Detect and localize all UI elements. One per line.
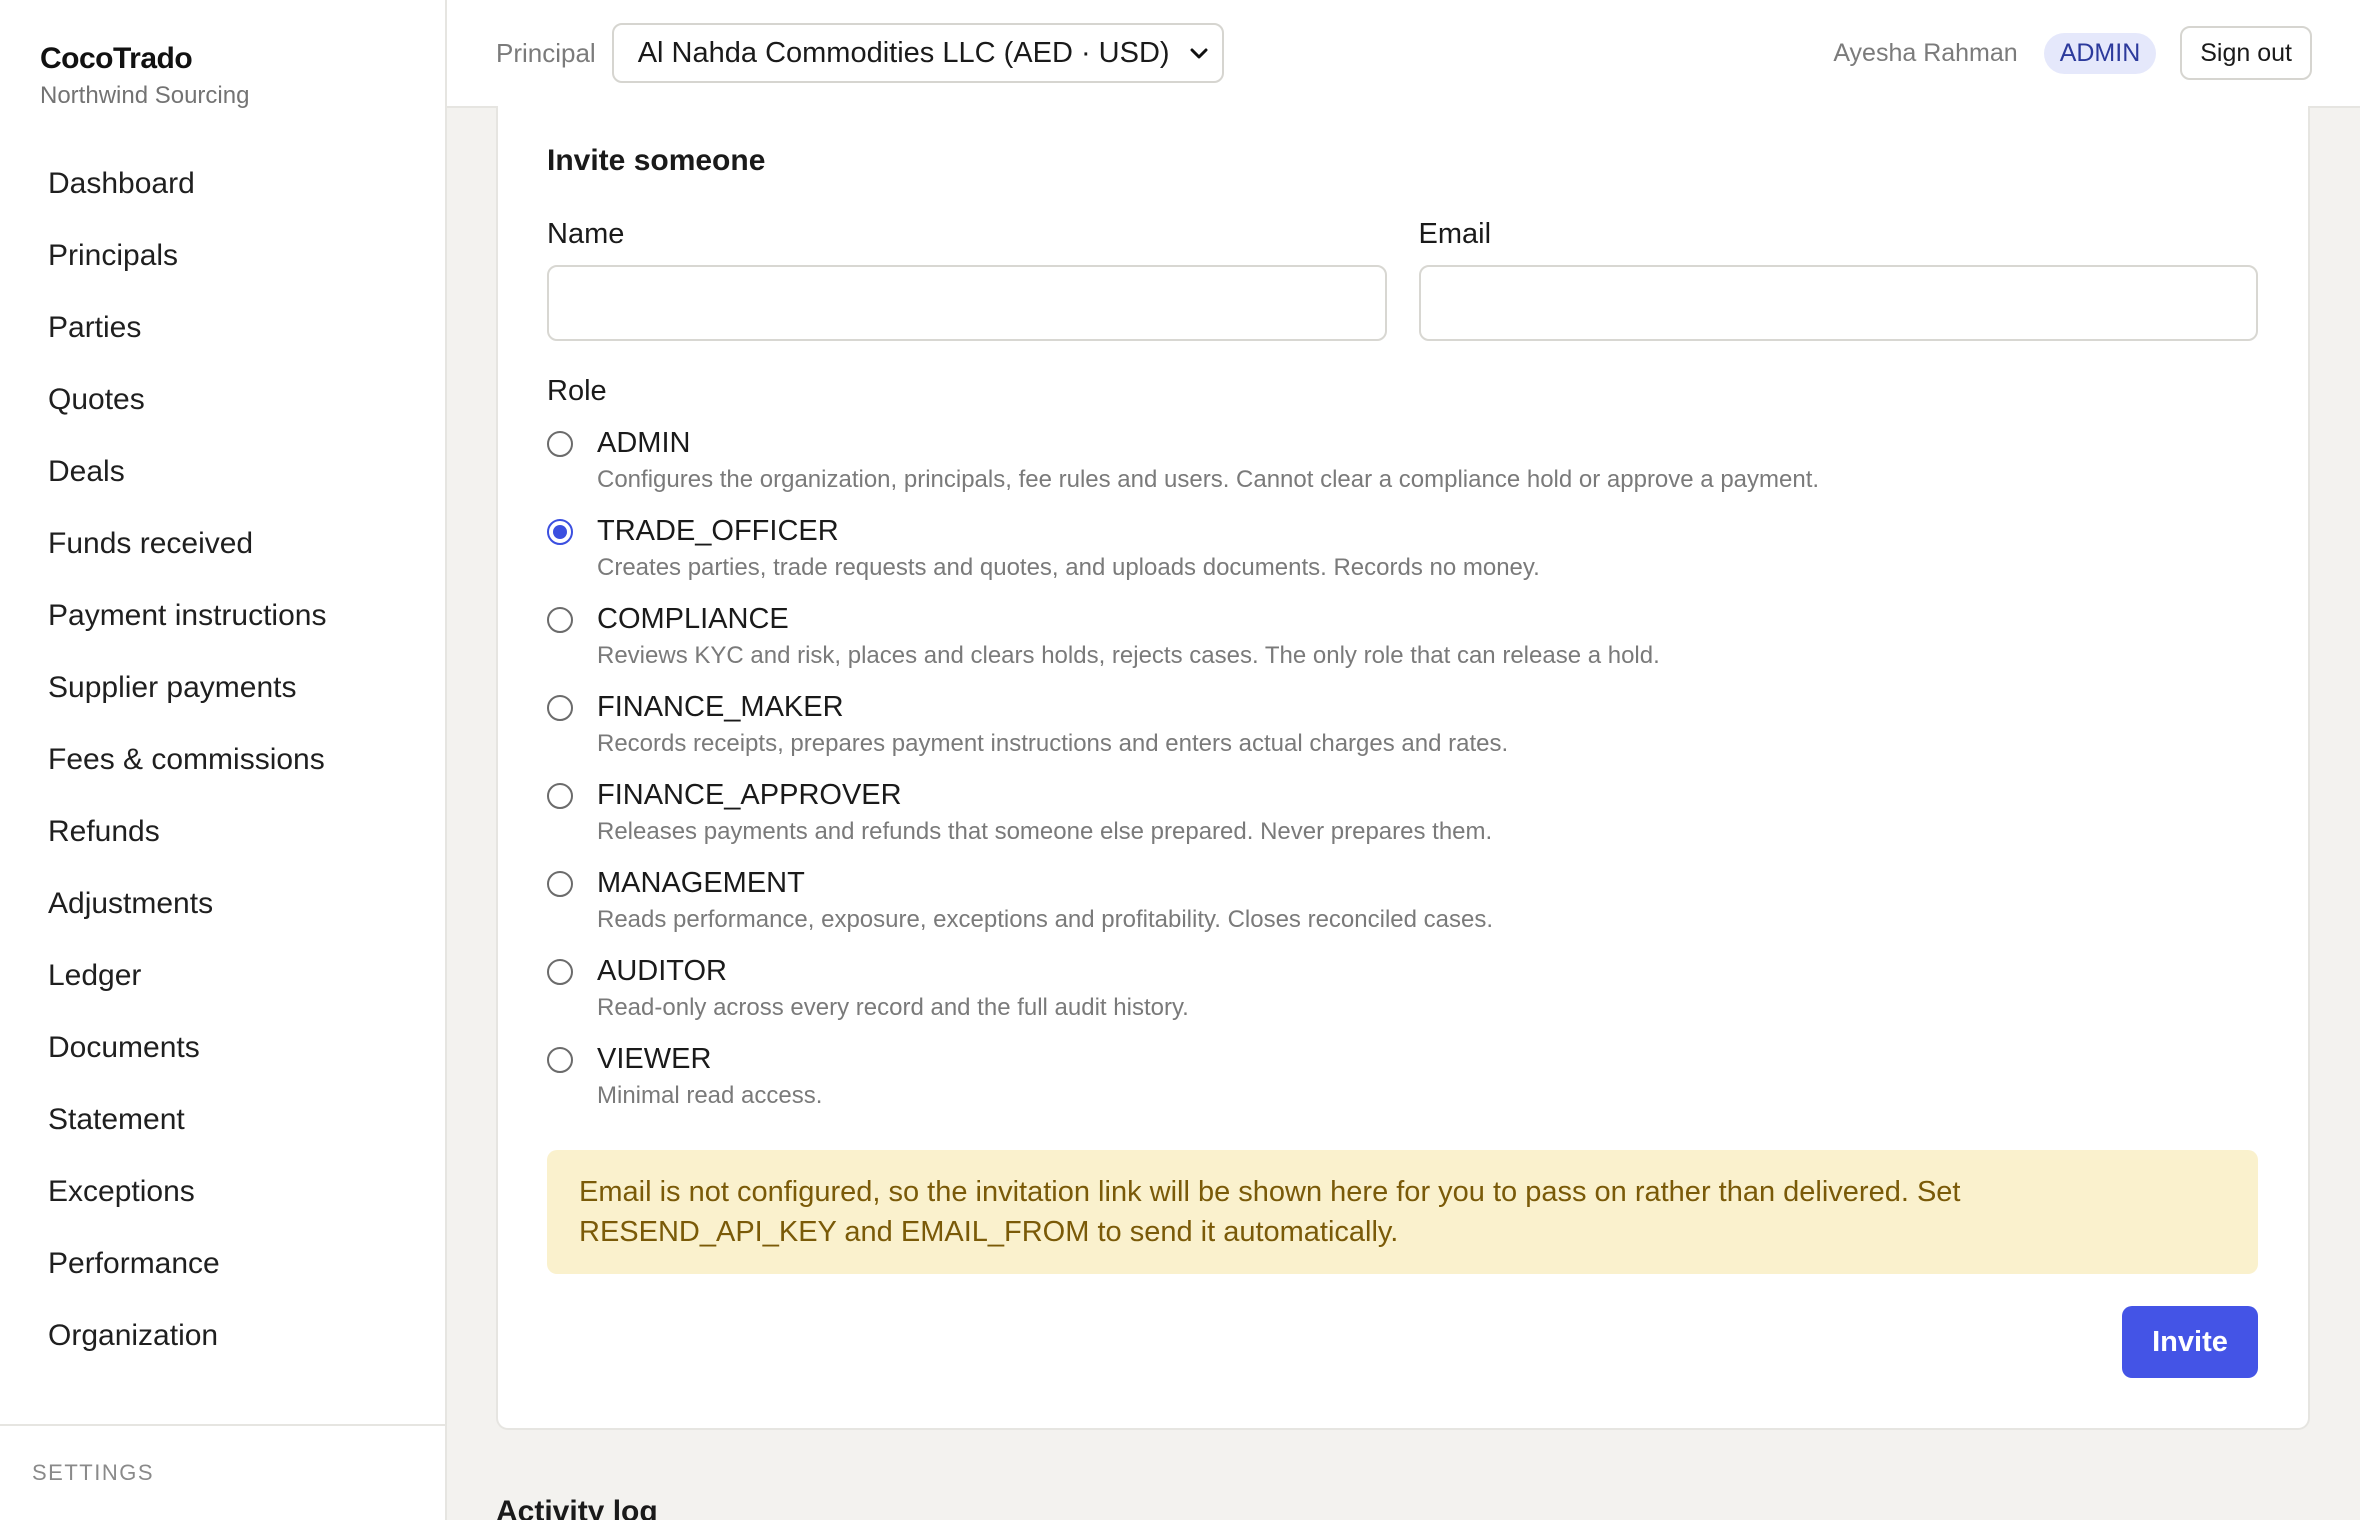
sidebar-item-quotes[interactable]: Quotes <box>24 364 421 436</box>
invite-card: Invite someone Name Email Role ADMIN Con… <box>496 106 2310 1430</box>
role-text: VIEWER Minimal read access. <box>597 1042 822 1112</box>
user-name: Ayesha Rahman <box>1833 38 2018 67</box>
sidebar-footer: SETTINGS <box>0 1424 445 1486</box>
role-text: FINANCE_APPROVER Releases payments and r… <box>597 778 1492 848</box>
invite-actions: Invite <box>547 1306 2258 1378</box>
email-not-configured-notice: Email is not configured, so the invitati… <box>547 1150 2258 1274</box>
sidebar-item-fees-commissions[interactable]: Fees & commissions <box>24 724 421 796</box>
role-name: COMPLIANCE <box>597 603 789 635</box>
invite-button[interactable]: Invite <box>2122 1306 2258 1378</box>
chevron-down-icon <box>1190 40 1208 66</box>
topbar-user-area: Ayesha Rahman ADMIN Sign out <box>1833 26 2312 80</box>
activity-log-title: Activity log <box>496 1495 658 1520</box>
role-option-trade-officer[interactable]: TRADE_OFFICER Creates parties, trade req… <box>547 514 2258 602</box>
role-description: Reviews KYC and risk, places and clears … <box>597 642 1660 669</box>
sidebar-item-refunds[interactable]: Refunds <box>24 796 421 868</box>
role-description: Configures the organization, principals,… <box>597 466 1820 493</box>
invite-title: Invite someone <box>547 144 766 177</box>
role-text: ADMIN Configures the organization, princ… <box>597 426 1819 496</box>
brand-subtitle: Northwind Sourcing <box>40 82 250 109</box>
sidebar: CocoTrado Northwind Sourcing Dashboard P… <box>0 0 447 1520</box>
brand: CocoTrado Northwind Sourcing <box>0 0 445 110</box>
role-description: Minimal read access. <box>597 1082 823 1109</box>
role-name: ADMIN <box>597 427 691 459</box>
brand-name: CocoTrado <box>40 42 193 75</box>
role-option-finance-approver[interactable]: FINANCE_APPROVER Releases payments and r… <box>547 778 2258 866</box>
role-description: Records receipts, prepares payment instr… <box>597 730 1509 757</box>
role-badge: ADMIN <box>2043 32 2157 74</box>
invite-fields: Name Email <box>547 218 2258 341</box>
role-name: AUDITOR <box>597 955 727 987</box>
settings-section-label: SETTINGS <box>32 1460 155 1485</box>
name-field-group: Name <box>547 218 1387 341</box>
role-label: Role <box>547 375 607 407</box>
role-radio[interactable] <box>547 959 573 985</box>
email-label: Email <box>1418 218 1492 250</box>
sidebar-item-payment-instructions[interactable]: Payment instructions <box>24 580 421 652</box>
sidebar-item-dashboard[interactable]: Dashboard <box>24 148 421 220</box>
sidebar-item-exceptions[interactable]: Exceptions <box>24 1156 421 1228</box>
sidebar-item-ledger[interactable]: Ledger <box>24 940 421 1012</box>
role-text: COMPLIANCE Reviews KYC and risk, places … <box>597 602 1660 672</box>
role-option-finance-maker[interactable]: FINANCE_MAKER Records receipts, prepares… <box>547 690 2258 778</box>
role-option-viewer[interactable]: VIEWER Minimal read access. <box>547 1042 2258 1130</box>
name-input[interactable] <box>547 265 1387 341</box>
role-radio[interactable] <box>547 519 573 545</box>
role-description: Reads performance, exposure, exceptions … <box>597 906 1494 933</box>
role-name: TRADE_OFFICER <box>597 515 839 547</box>
principal-select-value: Al Nahda Commodities LLC (AED · USD) <box>637 36 1170 69</box>
role-description: Read-only across every record and the fu… <box>597 994 1189 1021</box>
role-text: AUDITOR Read-only across every record an… <box>597 954 1189 1024</box>
role-name: FINANCE_APPROVER <box>597 779 902 811</box>
email-field-group: Email <box>1418 218 2258 341</box>
role-radio[interactable] <box>547 871 573 897</box>
role-radio-group: ADMIN Configures the organization, princ… <box>547 426 2258 1130</box>
role-description: Creates parties, trade requests and quot… <box>597 554 1540 581</box>
role-text: FINANCE_MAKER Records receipts, prepares… <box>597 690 1508 760</box>
sidebar-item-adjustments[interactable]: Adjustments <box>24 868 421 940</box>
role-radio[interactable] <box>547 1047 573 1073</box>
sidebar-item-documents[interactable]: Documents <box>24 1012 421 1084</box>
sidebar-item-principals[interactable]: Principals <box>24 220 421 292</box>
role-option-admin[interactable]: ADMIN Configures the organization, princ… <box>547 426 2258 514</box>
sidebar-item-organization[interactable]: Organization <box>24 1300 421 1372</box>
sidebar-item-supplier-payments[interactable]: Supplier payments <box>24 652 421 724</box>
sign-out-button[interactable]: Sign out <box>2180 26 2312 80</box>
sidebar-item-performance[interactable]: Performance <box>24 1228 421 1300</box>
sidebar-item-funds-received[interactable]: Funds received <box>24 508 421 580</box>
role-name: MANAGEMENT <box>597 867 805 899</box>
sidebar-item-parties[interactable]: Parties <box>24 292 421 364</box>
role-description: Releases payments and refunds that someo… <box>597 818 1493 845</box>
principal-select[interactable]: Al Nahda Commodities LLC (AED · USD) <box>611 23 1224 83</box>
role-option-compliance[interactable]: COMPLIANCE Reviews KYC and risk, places … <box>547 602 2258 690</box>
name-label: Name <box>547 218 625 250</box>
app-root: CocoTrado Northwind Sourcing Dashboard P… <box>0 0 2360 1520</box>
role-name: FINANCE_MAKER <box>597 691 844 723</box>
role-name: VIEWER <box>597 1043 712 1075</box>
main-content: Principal Al Nahda Commodities LLC (AED … <box>447 0 2360 1520</box>
role-radio[interactable] <box>547 607 573 633</box>
sidebar-item-statement[interactable]: Statement <box>24 1084 421 1156</box>
role-option-auditor[interactable]: AUDITOR Read-only across every record an… <box>547 954 2258 1042</box>
role-text: MANAGEMENT Reads performance, exposure, … <box>597 866 1493 936</box>
sidebar-item-deals[interactable]: Deals <box>24 436 421 508</box>
role-text: TRADE_OFFICER Creates parties, trade req… <box>597 514 1540 584</box>
principal-label: Principal <box>496 37 596 68</box>
email-input[interactable] <box>1418 265 2258 341</box>
role-option-management[interactable]: MANAGEMENT Reads performance, exposure, … <box>547 866 2258 954</box>
topbar: Principal Al Nahda Commodities LLC (AED … <box>447 0 2360 108</box>
role-radio[interactable] <box>547 783 573 809</box>
sidebar-nav: Dashboard Principals Parties Quotes Deal… <box>0 148 445 1372</box>
role-radio[interactable] <box>547 431 573 457</box>
role-radio[interactable] <box>547 695 573 721</box>
